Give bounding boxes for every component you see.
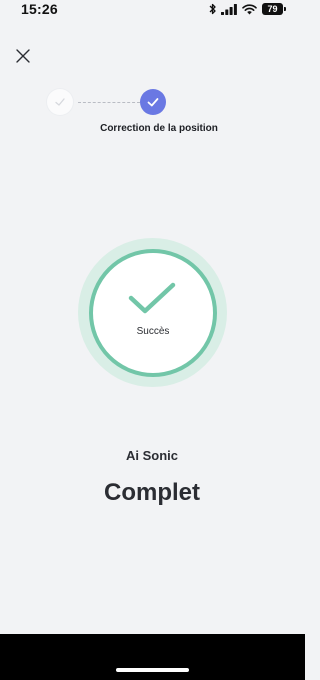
status-icons: 79 xyxy=(209,3,286,15)
status-bar: 15:26 79 xyxy=(0,0,305,20)
battery-icon: 79 xyxy=(262,3,286,15)
close-icon xyxy=(16,49,30,63)
check-icon xyxy=(147,98,159,107)
success-status-text: Succès xyxy=(136,326,170,337)
device-name: Ai Sonic xyxy=(125,448,178,463)
check-icon xyxy=(128,282,176,314)
system-navigation-bar xyxy=(0,634,305,680)
screen: 15:26 79 Correction de la position Succè… xyxy=(0,0,305,680)
check-icon xyxy=(55,98,65,106)
close-button[interactable] xyxy=(12,45,34,67)
step-2-label: Correction de la position xyxy=(100,123,218,134)
step-1-indicator xyxy=(47,89,73,115)
wifi-icon xyxy=(242,3,257,14)
step-connector xyxy=(78,102,140,103)
home-indicator[interactable] xyxy=(116,668,189,672)
step-2-indicator xyxy=(140,89,166,115)
battery-level: 79 xyxy=(267,4,278,14)
page-title: Complet xyxy=(104,479,200,506)
status-time: 15:26 xyxy=(21,1,58,17)
bluetooth-icon xyxy=(209,3,216,15)
signal-icon xyxy=(221,3,237,15)
